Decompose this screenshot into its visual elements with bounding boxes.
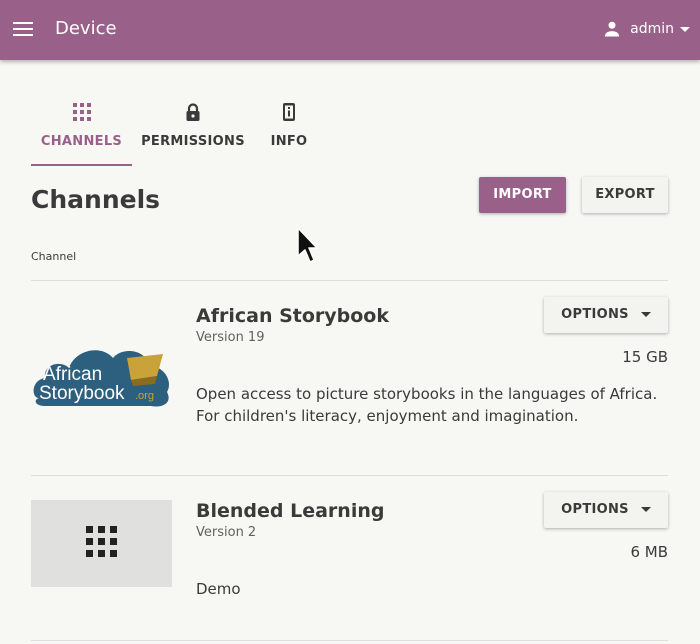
person-icon — [605, 21, 620, 37]
lock-icon — [186, 103, 200, 121]
channel-size: 6 MB — [630, 543, 668, 561]
user-name: admin — [630, 21, 674, 37]
app-title: Device — [55, 18, 117, 39]
caret-down-icon — [680, 26, 690, 32]
options-button[interactable]: OPTIONS — [544, 492, 668, 528]
user-menu[interactable]: admin — [602, 16, 690, 42]
channel-description: Open access to picture storybooks in the… — [196, 385, 658, 425]
grid-icon — [86, 526, 117, 557]
channel-version: Version 2 — [196, 525, 257, 540]
import-button[interactable]: IMPORT — [479, 177, 566, 213]
tab-label: INFO — [270, 134, 308, 149]
tab-channels[interactable]: CHANNELS — [31, 102, 132, 166]
column-header-channel: Channel — [31, 250, 77, 263]
caret-down-icon — [640, 312, 651, 317]
tab-label: CHANNELS — [40, 134, 123, 149]
page-title: Channels — [31, 185, 161, 214]
options-button[interactable]: OPTIONS — [544, 297, 668, 333]
caret-down-icon — [640, 507, 651, 512]
tab-info[interactable]: INFO — [256, 102, 322, 164]
tab-label: PERMISSIONS — [141, 134, 245, 149]
channel-description: Demo — [196, 580, 241, 598]
options-label: OPTIONS — [561, 502, 629, 517]
divider — [31, 280, 668, 281]
logo-text-african: African — [43, 364, 102, 385]
channel-thumbnail — [31, 500, 172, 587]
logo-text-org: .org — [135, 390, 154, 402]
device-info-icon — [283, 103, 295, 121]
channel-name: Blended Learning — [196, 500, 385, 522]
mouse-cursor-icon — [297, 227, 318, 263]
channel-name: African Storybook — [196, 305, 389, 327]
logo-text-storybook: Storybook — [39, 383, 125, 404]
channel-size: 15 GB — [622, 348, 668, 366]
options-label: OPTIONS — [561, 307, 629, 322]
african-storybook-logo: African Storybook .org — [33, 350, 169, 407]
tab-permissions[interactable]: PERMISSIONS — [140, 102, 246, 164]
hamburger-menu-icon[interactable] — [13, 22, 33, 38]
export-button[interactable]: EXPORT — [582, 177, 668, 213]
channel-version: Version 19 — [196, 330, 265, 345]
app-bar: Device admin — [0, 0, 700, 60]
grid-icon — [72, 103, 91, 121]
divider — [31, 640, 668, 641]
divider — [31, 475, 668, 476]
